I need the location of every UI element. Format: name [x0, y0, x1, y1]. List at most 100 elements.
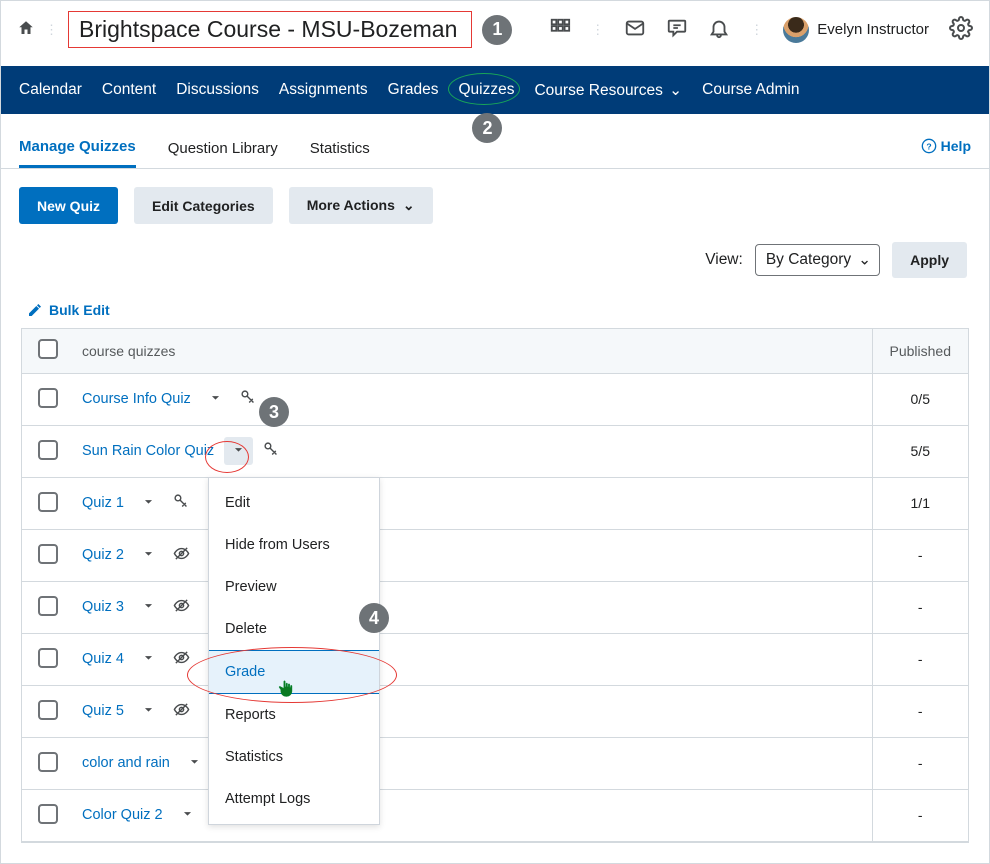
published-count: 5/5 — [872, 425, 968, 477]
row-checkbox[interactable] — [38, 700, 58, 720]
row-checkbox[interactable] — [38, 596, 58, 616]
key-icon — [240, 389, 257, 409]
user-name: Evelyn Instructor — [817, 21, 929, 38]
nav-assignments[interactable]: Assignments — [279, 79, 368, 101]
edit-categories-button[interactable]: Edit Categories — [134, 187, 273, 224]
quiz-actions-caret[interactable] — [134, 645, 163, 673]
row-checkbox[interactable] — [38, 648, 58, 668]
nav-quizzes[interactable]: Quizzes — [458, 79, 514, 101]
cursor-pointer-icon — [277, 679, 295, 702]
nav-course-resources[interactable]: Course Resources ⌄ — [534, 79, 682, 102]
table-row: Quiz 2 - — [22, 529, 968, 581]
menu-item-edit[interactable]: Edit — [209, 482, 379, 524]
quiz-context-menu: EditHide from UsersPreviewDeleteGradeRep… — [208, 477, 380, 825]
hidden-icon — [173, 701, 190, 721]
quiz-table: course quizzes Published Course Info Qui… — [22, 329, 968, 842]
view-select[interactable]: By Category ⌄ — [755, 244, 880, 276]
menu-item-preview[interactable]: Preview — [209, 566, 379, 608]
published-count: 0/5 — [872, 373, 968, 425]
quiz-actions-caret[interactable] — [173, 801, 202, 829]
separator: ⋮ — [45, 22, 58, 38]
svg-text:?: ? — [926, 141, 931, 151]
quiz-link[interactable]: Quiz 2 — [82, 547, 124, 563]
row-checkbox[interactable] — [38, 492, 58, 512]
table-row: Course Info Quiz 0/5 — [22, 373, 968, 425]
annotation-badge-3: 3 — [259, 397, 289, 427]
quiz-link[interactable]: Quiz 1 — [82, 495, 124, 511]
nav-grades[interactable]: Grades — [388, 79, 439, 101]
new-quiz-button[interactable]: New Quiz — [19, 187, 118, 224]
mail-icon[interactable] — [624, 17, 646, 42]
course-nav: Calendar Content Discussions Assignments… — [1, 66, 989, 114]
column-header-published: Published — [872, 329, 968, 373]
menu-item-hide-from-users[interactable]: Hide from Users — [209, 524, 379, 566]
apply-button[interactable]: Apply — [892, 242, 967, 278]
chevron-down-icon: ⌄ — [403, 197, 415, 213]
user-menu[interactable]: Evelyn Instructor — [783, 17, 929, 43]
table-row: color and rain - — [22, 737, 968, 789]
row-checkbox[interactable] — [38, 388, 58, 408]
published-count: 1/1 — [872, 477, 968, 529]
menu-item-statistics[interactable]: Statistics — [209, 736, 379, 778]
chevron-down-icon: ⌄ — [665, 82, 682, 99]
gear-icon[interactable] — [949, 16, 973, 43]
quiz-link[interactable]: Course Info Quiz — [82, 391, 191, 407]
menu-item-delete[interactable]: Delete — [209, 608, 379, 650]
quiz-link[interactable]: Quiz 4 — [82, 651, 124, 667]
hidden-icon — [173, 597, 190, 617]
nav-calendar[interactable]: Calendar — [19, 79, 82, 101]
quiz-link[interactable]: color and rain — [82, 755, 170, 771]
quiz-actions-caret[interactable] — [134, 489, 163, 517]
more-actions-button[interactable]: More Actions⌄ — [289, 187, 433, 224]
chat-icon[interactable] — [666, 17, 688, 42]
apps-grid-icon[interactable] — [549, 17, 571, 42]
hidden-icon — [173, 649, 190, 669]
bell-icon[interactable] — [708, 17, 730, 42]
published-count: - — [872, 529, 968, 581]
quiz-link[interactable]: Color Quiz 2 — [82, 807, 163, 823]
published-count: - — [872, 789, 968, 841]
quiz-link[interactable]: Quiz 5 — [82, 703, 124, 719]
menu-item-attempt-logs[interactable]: Attempt Logs — [209, 778, 379, 820]
nav-course-admin[interactable]: Course Admin — [702, 79, 799, 101]
table-row: Quiz 1 1/1 — [22, 477, 968, 529]
view-label: View: — [705, 251, 743, 269]
quiz-actions-caret[interactable] — [134, 593, 163, 621]
row-checkbox[interactable] — [38, 804, 58, 824]
key-icon — [263, 441, 280, 461]
help-link[interactable]: ? Help — [921, 138, 971, 160]
bulk-edit-link[interactable]: Bulk Edit — [1, 290, 989, 328]
row-checkbox[interactable] — [38, 440, 58, 460]
published-count: - — [872, 685, 968, 737]
tab-question-library[interactable]: Question Library — [168, 132, 278, 167]
quiz-actions-caret[interactable] — [134, 541, 163, 569]
nav-discussions[interactable]: Discussions — [176, 79, 259, 101]
quiz-link[interactable]: Sun Rain Color Quiz — [82, 443, 214, 459]
separator: ⋮ — [591, 22, 604, 38]
table-row: Color Quiz 2 - — [22, 789, 968, 841]
nav-content[interactable]: Content — [102, 79, 156, 101]
table-row: Quiz 3 - — [22, 581, 968, 633]
column-header-name: course quizzes — [74, 329, 872, 373]
quiz-tabs: Manage Quizzes Question Library Statisti… — [1, 120, 989, 169]
row-checkbox[interactable] — [38, 544, 58, 564]
quiz-actions-caret[interactable] — [224, 437, 253, 465]
annotation-badge-4: 4 — [359, 603, 389, 633]
table-row: Quiz 4 - — [22, 633, 968, 685]
course-title[interactable]: Brightspace Course - MSU-Bozeman — [68, 11, 472, 48]
key-icon — [173, 493, 190, 513]
quiz-link[interactable]: Quiz 3 — [82, 599, 124, 615]
home-icon[interactable] — [17, 19, 35, 40]
tab-manage-quizzes[interactable]: Manage Quizzes — [19, 130, 136, 168]
quiz-actions-caret[interactable] — [134, 697, 163, 725]
quiz-actions-caret[interactable] — [180, 749, 209, 777]
select-all-checkbox[interactable] — [38, 339, 58, 359]
published-count: - — [872, 633, 968, 685]
row-checkbox[interactable] — [38, 752, 58, 772]
published-count: - — [872, 737, 968, 789]
quiz-actions-caret[interactable] — [201, 385, 230, 413]
table-row: Sun Rain Color Quiz 5/5 — [22, 425, 968, 477]
tab-statistics[interactable]: Statistics — [310, 132, 370, 167]
separator: ⋮ — [750, 22, 763, 38]
published-count: - — [872, 581, 968, 633]
